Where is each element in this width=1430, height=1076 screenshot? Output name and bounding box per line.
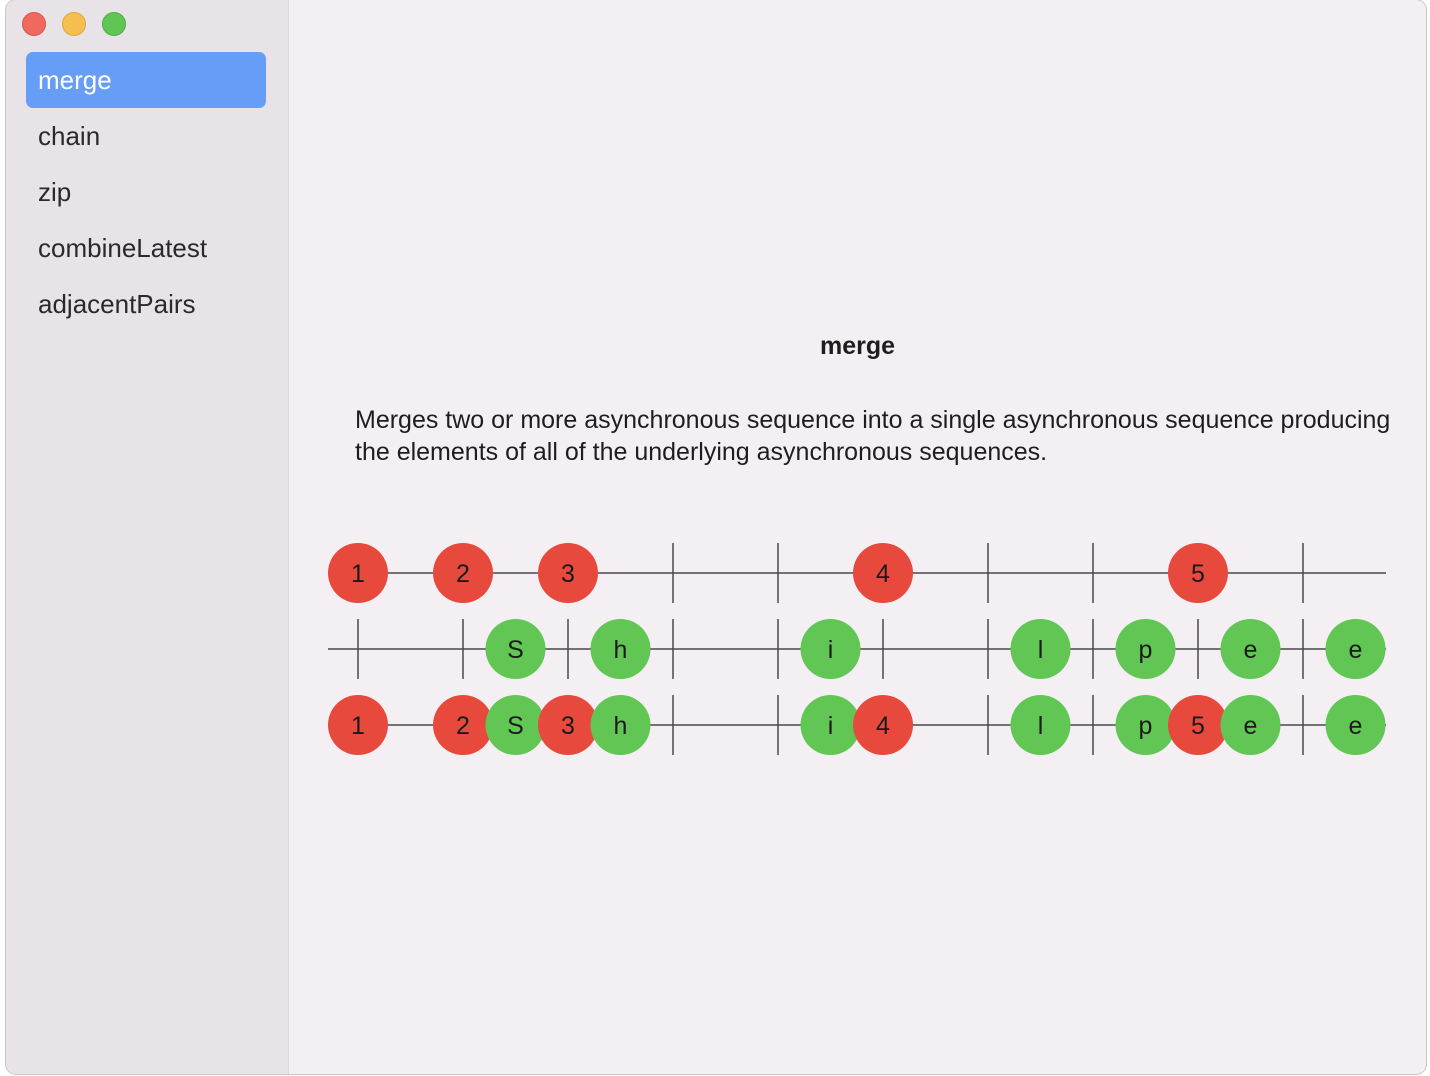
minimize-window-button[interactable] [62,12,86,36]
marble-label: 2 [456,560,470,588]
detail-pane: merge Merges two or more asynchronous se… [289,0,1426,1074]
sidebar-item-merge[interactable]: merge [26,52,266,108]
sidebar-item-adjacentpairs[interactable]: adjacentPairs [26,276,266,332]
marble-label: 3 [561,712,575,740]
sidebar-item-label: chain [38,121,101,151]
marble-label: 1 [351,560,365,588]
marble-label: l [1038,712,1044,740]
marble-diagram: 1 2 3 4 5 S h i l p e e 1 2 S 3 h i 4 l p 5 e e [328,543,1386,755]
marble-label: i [828,712,834,740]
timeline-letters: Sh i l p e e [328,619,1386,679]
marble-label: l [1038,636,1044,664]
marble-label: h [614,712,628,740]
sidebar-list: merge chain zip combineLatest adjacentPa… [26,52,266,332]
sidebar-item-label: zip [38,177,72,207]
marble-label: 5 [1191,560,1205,588]
marble-label: S [507,712,524,740]
marble-label: 1 [351,712,365,740]
sidebar-item-label: merge [38,65,112,95]
marble-label: e [1244,712,1258,740]
marble-label: S [507,636,524,664]
timeline-merged: 1 2 S 3 h i 4 l p 5 e e [328,695,1386,755]
sidebar-item-combinelatest[interactable]: combineLatest [26,220,266,276]
sidebar-item-label: combineLatest [38,233,208,263]
marble-label: p [1139,712,1153,740]
app-window: merge chain zip combineLatest adjacentPa… [6,0,1426,1074]
marble-label: p [1139,636,1153,664]
marble-label: e [1349,712,1363,740]
zoom-window-button[interactable] [102,12,126,36]
marble-label: 2 [456,712,470,740]
sidebar-item-zip[interactable]: zip [26,164,266,220]
marble-label: e [1349,636,1363,664]
marble-label: 4 [876,712,890,740]
sidebar-item-label: adjacentPairs [38,289,196,319]
timeline-numbers: 1 2 3 4 5 [328,543,1386,603]
marble-label: h [614,636,628,664]
marble-label: 4 [876,560,890,588]
marble-label: 5 [1191,712,1205,740]
marble-label: 3 [561,560,575,588]
marble-label: i [828,636,834,664]
close-window-button[interactable] [22,12,46,36]
sidebar: merge chain zip combineLatest adjacentPa… [6,0,289,1074]
marble-label: e [1244,636,1258,664]
sidebar-item-chain[interactable]: chain [26,108,266,164]
